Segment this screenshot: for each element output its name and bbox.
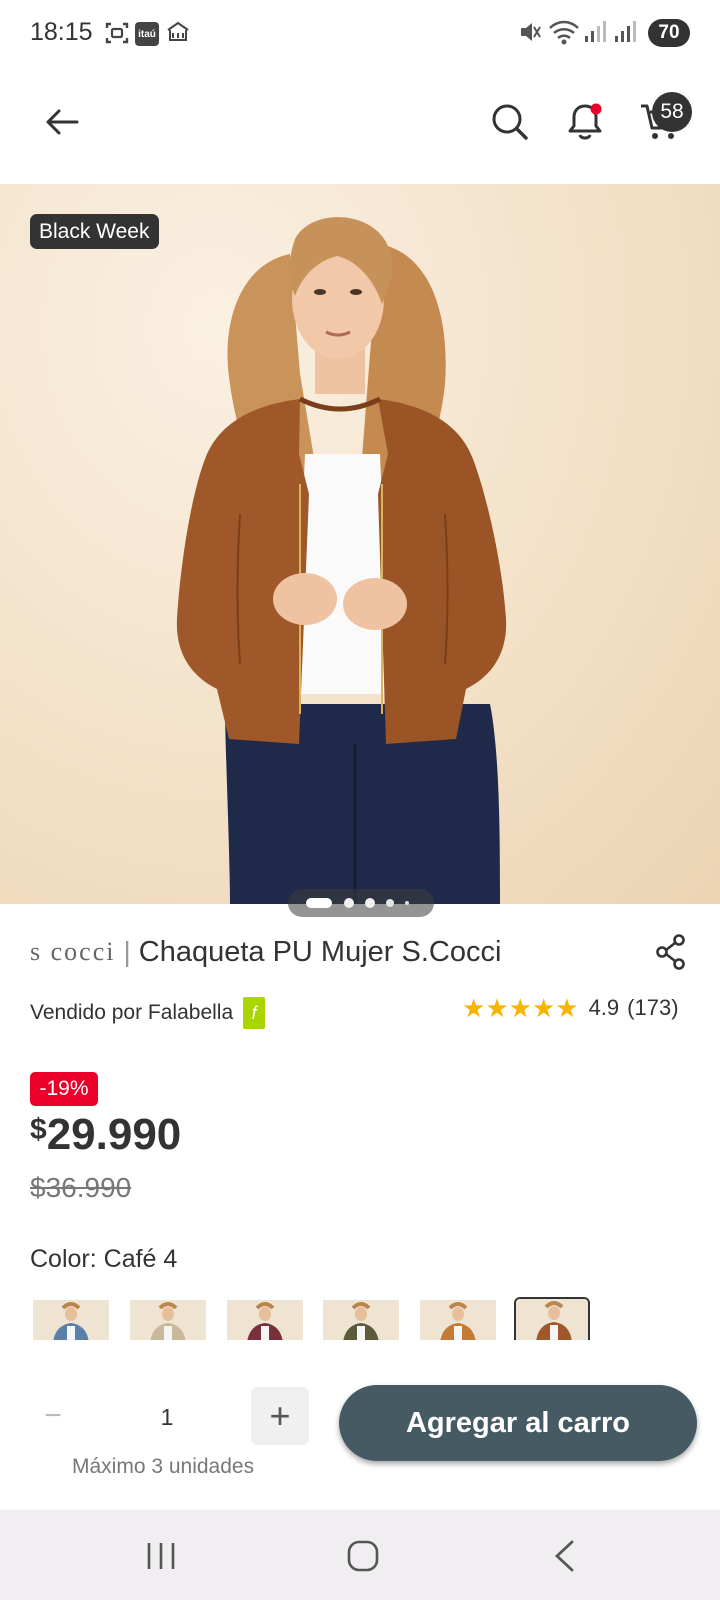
status-time: 18:15: [30, 18, 93, 46]
price-value: 29.990: [46, 1110, 182, 1159]
color-label: Color:: [30, 1245, 97, 1273]
back-button[interactable]: [38, 98, 86, 146]
quantity-value: 1: [160, 1404, 174, 1430]
color-swatch[interactable]: [130, 1300, 206, 1340]
old-price: $36.990: [30, 1172, 132, 1203]
star-icon: ★: [485, 993, 509, 1023]
product-title-row: s cocci | Chaqueta PU Mujer S.Cocci: [30, 934, 501, 970]
search-button[interactable]: [486, 98, 534, 146]
top-nav: [0, 70, 720, 180]
title-separator: |: [123, 936, 131, 967]
carousel-dot: [405, 901, 409, 905]
star-icon: ★: [508, 993, 532, 1023]
quantity-decrease-button[interactable]: −: [24, 1387, 82, 1445]
color-swatch[interactable]: [514, 1297, 590, 1340]
carousel-dot: [386, 899, 394, 907]
search-icon: [492, 104, 528, 140]
swatch-photo: [323, 1300, 399, 1340]
carousel-pagination: [288, 889, 434, 917]
color-selection-label: Color: Café 4: [30, 1245, 177, 1274]
product-image-carousel[interactable]: [0, 184, 720, 904]
color-swatch[interactable]: [323, 1300, 399, 1340]
screenshot-icon: [104, 20, 130, 51]
rating-count: (173): [627, 995, 679, 1020]
cart-count-badge: 58: [652, 92, 692, 132]
color-swatch[interactable]: [33, 1300, 109, 1340]
current-price: $29.990: [30, 1110, 181, 1160]
color-swatch[interactable]: [420, 1300, 496, 1340]
signal-icon-1: [584, 18, 606, 51]
carousel-dot-active: [306, 898, 332, 908]
itau-app-icon: itaú: [135, 22, 159, 46]
swatch-photo: [516, 1299, 588, 1340]
brand-name[interactable]: s cocci: [30, 937, 115, 967]
status-bar: 18:15 itaú 70: [0, 0, 720, 68]
recent-apps-button[interactable]: [131, 1532, 191, 1580]
bank-notification-icon: [166, 20, 190, 49]
signal-icon-2: [614, 18, 636, 51]
swatch-photo: [33, 1300, 109, 1340]
swatch-photo: [130, 1300, 206, 1340]
mute-icon: [518, 18, 542, 51]
rating[interactable]: ★ ★ ★ ★ ★ 4.9 (173): [462, 995, 679, 1021]
falabella-logo-icon: f: [243, 997, 266, 1029]
carousel-dot: [365, 898, 375, 908]
home-button[interactable]: [333, 1532, 393, 1580]
swatch-photo: [420, 1300, 496, 1340]
sold-by-text: Vendido por Falabella: [30, 1001, 234, 1024]
quantity-max-text: Máximo 3 unidades: [72, 1455, 255, 1478]
star-icon: ★: [555, 993, 579, 1023]
star-icon: ★: [531, 993, 556, 1023]
seller-info: Vendido por Falabella f: [30, 997, 266, 1029]
share-button[interactable]: [655, 934, 687, 975]
chevron-left-icon: [554, 1540, 574, 1572]
quantity-increase-button[interactable]: +: [251, 1387, 309, 1445]
carousel-dot: [344, 898, 354, 908]
arrow-left-icon: [46, 109, 79, 135]
add-to-cart-button[interactable]: Agregar al carro: [339, 1385, 697, 1461]
discount-badge: -19%: [30, 1072, 98, 1106]
rating-value: 4.9: [588, 995, 620, 1020]
black-week-badge: Black Week: [30, 214, 159, 249]
share-icon: [656, 934, 685, 970]
swatch-photo: [227, 1300, 303, 1340]
wifi-icon: [548, 18, 580, 51]
back-system-button[interactable]: [534, 1532, 594, 1580]
notifications-button[interactable]: [561, 98, 609, 146]
star-icon: ★: [462, 993, 486, 1023]
battery-indicator: 70: [648, 19, 690, 47]
product-title: Chaqueta PU Mujer S.Cocci: [138, 935, 502, 968]
bell-icon: [568, 103, 602, 140]
currency-symbol: $: [30, 1113, 47, 1146]
color-swatch[interactable]: [227, 1300, 303, 1340]
product-photo: [176, 217, 507, 904]
recent-apps-icon: [147, 1543, 175, 1569]
home-icon: [347, 1540, 379, 1572]
color-value: Café 4: [103, 1245, 178, 1273]
